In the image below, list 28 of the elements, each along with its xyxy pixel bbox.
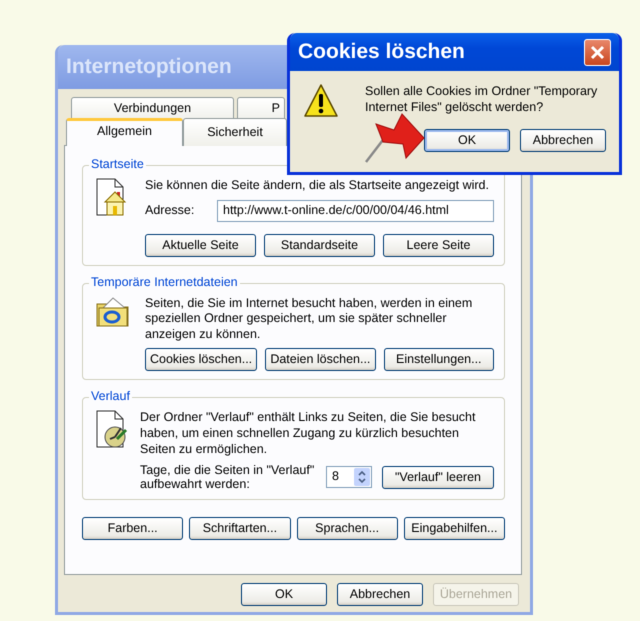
address-field[interactable]: http://www.t-online.de/c/00/00/04/46.html xyxy=(217,200,494,222)
button[interactable]: Aktuelle Seite xyxy=(145,234,256,256)
dialog-message: Sollen alle Cookies im Ordner "Temporary Internet Files" gelöscht werden? xyxy=(365,83,598,116)
address-label: Adresse: xyxy=(145,202,194,218)
warning-icon xyxy=(303,83,339,119)
home-page-icon xyxy=(95,178,129,216)
button[interactable]: Leere Seite xyxy=(383,234,494,256)
spin-button[interactable] xyxy=(354,468,370,486)
description-text: Seiten, die Sie im Internet besucht haben, werden in einem speziellen Ordner gespeichert, um sie später schneller anzeigen zu können. xyxy=(145,296,474,342)
close-button[interactable] xyxy=(584,38,611,66)
button[interactable]: Einstellungen... xyxy=(384,348,494,372)
button[interactable]: OK xyxy=(424,129,510,152)
history-icon xyxy=(95,410,129,448)
number-field[interactable]: 8 xyxy=(326,466,372,488)
group-title: Temporäre Internetdateien xyxy=(89,274,240,290)
button[interactable]: Standardseite xyxy=(264,234,375,256)
button[interactable]: Abbrechen xyxy=(520,129,606,152)
folder-icon xyxy=(95,296,131,328)
button[interactable]: "Verlauf" leeren xyxy=(382,466,494,489)
window-title: Internetoptionen xyxy=(66,54,232,80)
description-text: Der Ordner "Verlauf" enthält Links zu Seiten, die Sie besucht haben, um einen schnellen Zugang zu kürzlich besuchten Seiten zu ermöglichen. xyxy=(140,410,476,458)
days-label: Tage, die die Seiten in "Verlauf" aufbewahrt werden: xyxy=(140,463,316,492)
dialog-title: Cookies löschen xyxy=(298,38,465,65)
close-icon xyxy=(590,44,605,60)
button[interactable]: Dateien löschen... xyxy=(265,348,376,372)
button[interactable]: Cookies löschen... xyxy=(145,348,258,372)
pointer-drawing xyxy=(362,112,426,164)
description-text: Sie können die Seite ändern, die als Startseite angezeigt wird. xyxy=(145,178,490,194)
